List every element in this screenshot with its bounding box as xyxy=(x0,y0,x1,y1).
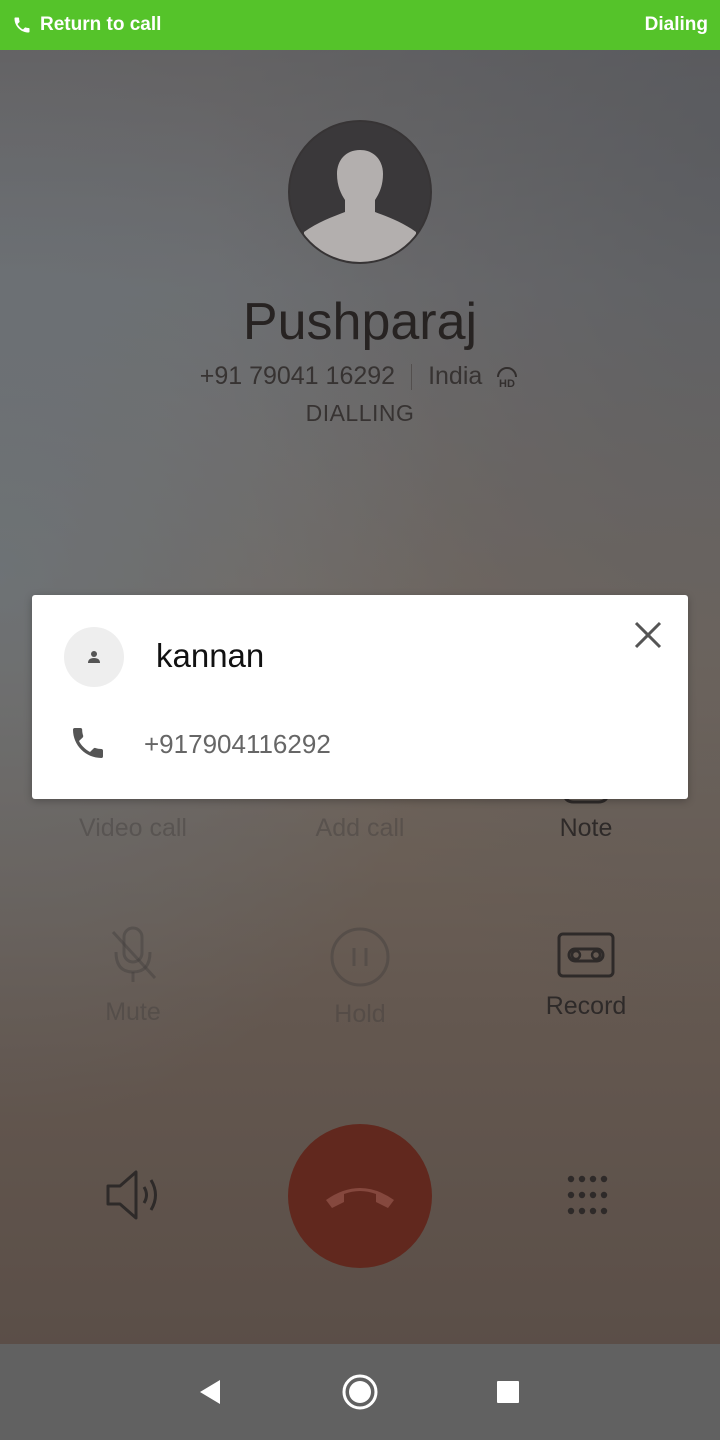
contact-number[interactable]: +917904116292 xyxy=(144,729,331,760)
close-icon[interactable] xyxy=(632,619,664,651)
person-icon xyxy=(88,651,100,663)
navigation-bar xyxy=(0,1344,720,1440)
recents-icon[interactable] xyxy=(494,1368,522,1416)
in-call-screen: Pushparaj +91 79041 16292 India HD DIALL… xyxy=(0,0,720,1440)
call-state-label: Dialing xyxy=(644,14,708,35)
back-icon[interactable] xyxy=(196,1368,226,1416)
return-to-call-link[interactable]: Return to call xyxy=(0,14,161,36)
return-to-call-label: Return to call xyxy=(40,14,162,35)
contact-popup: kannan +917904116292 xyxy=(32,595,688,799)
contact-avatar xyxy=(64,627,124,687)
return-to-call-bar[interactable]: Return to call Dialing xyxy=(0,0,720,50)
phone-icon xyxy=(73,728,103,758)
phone-icon xyxy=(14,17,30,33)
contact-name: kannan xyxy=(156,637,265,674)
home-icon[interactable] xyxy=(340,1368,380,1416)
